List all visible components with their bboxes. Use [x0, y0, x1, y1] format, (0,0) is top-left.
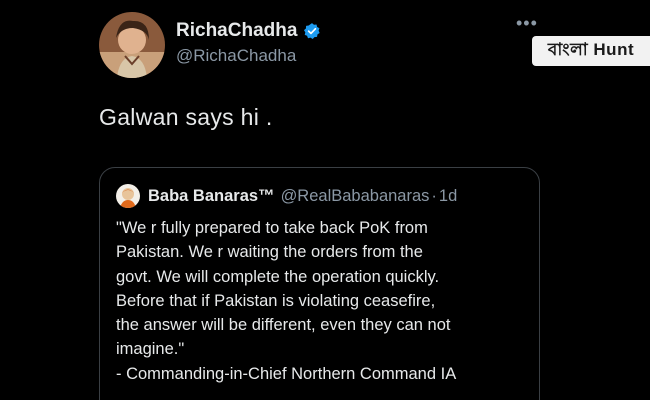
quoted-text-line: Before that if Pakistan is violating cea…: [116, 291, 436, 310]
tweet-text: Galwan says hi .: [99, 104, 273, 130]
quoted-text-line: - Commanding-in-Chief Northern Command I…: [116, 364, 457, 383]
watermark-text: বাংলা Hunt: [547, 40, 635, 59]
tweet-card: RichaChadha @RichaChadha ••• বাংলা Hunt …: [0, 0, 650, 400]
quoted-text-line: govt. We will complete the operation qui…: [116, 267, 440, 286]
quoted-tweet-card[interactable]: Baba Banaras™ @RealBababanaras · 1d "We …: [99, 167, 540, 400]
quoted-avatar-photo-icon: [116, 184, 140, 208]
quoted-text-line: imagine.": [116, 340, 185, 359]
verified-badge-icon: [304, 23, 321, 39]
quoted-text-line: the answer will be different, even they …: [116, 316, 451, 335]
quoted-author-handle[interactable]: @RealBababanaras: [281, 187, 430, 206]
quoted-timestamp[interactable]: 1d: [439, 187, 457, 206]
author-name-row: RichaChadha: [176, 20, 321, 42]
quoted-separator: ·: [431, 186, 437, 205]
user-avatar-photo-icon: [99, 12, 165, 78]
author-handle[interactable]: @RichaChadha: [176, 46, 321, 66]
author-name[interactable]: RichaChadha: [176, 20, 297, 42]
watermark-logo: বাংলা Hunt: [532, 36, 650, 66]
quoted-tweet-header: Baba Banaras™ @RealBababanaras · 1d: [116, 184, 457, 208]
quoted-tweet-text: "We r fully prepared to take back PoK fr…: [116, 216, 531, 386]
author-avatar[interactable]: [99, 12, 165, 78]
quoted-text-line: Pakistan. We r waiting the orders from t…: [116, 243, 423, 262]
author-block: RichaChadha @RichaChadha: [176, 20, 321, 66]
quoted-text-line: "We r fully prepared to take back PoK fr…: [116, 219, 428, 237]
more-options-button[interactable]: •••: [516, 14, 538, 32]
quoted-author-avatar[interactable]: [116, 184, 140, 208]
quoted-author-name[interactable]: Baba Banaras™: [148, 187, 275, 206]
